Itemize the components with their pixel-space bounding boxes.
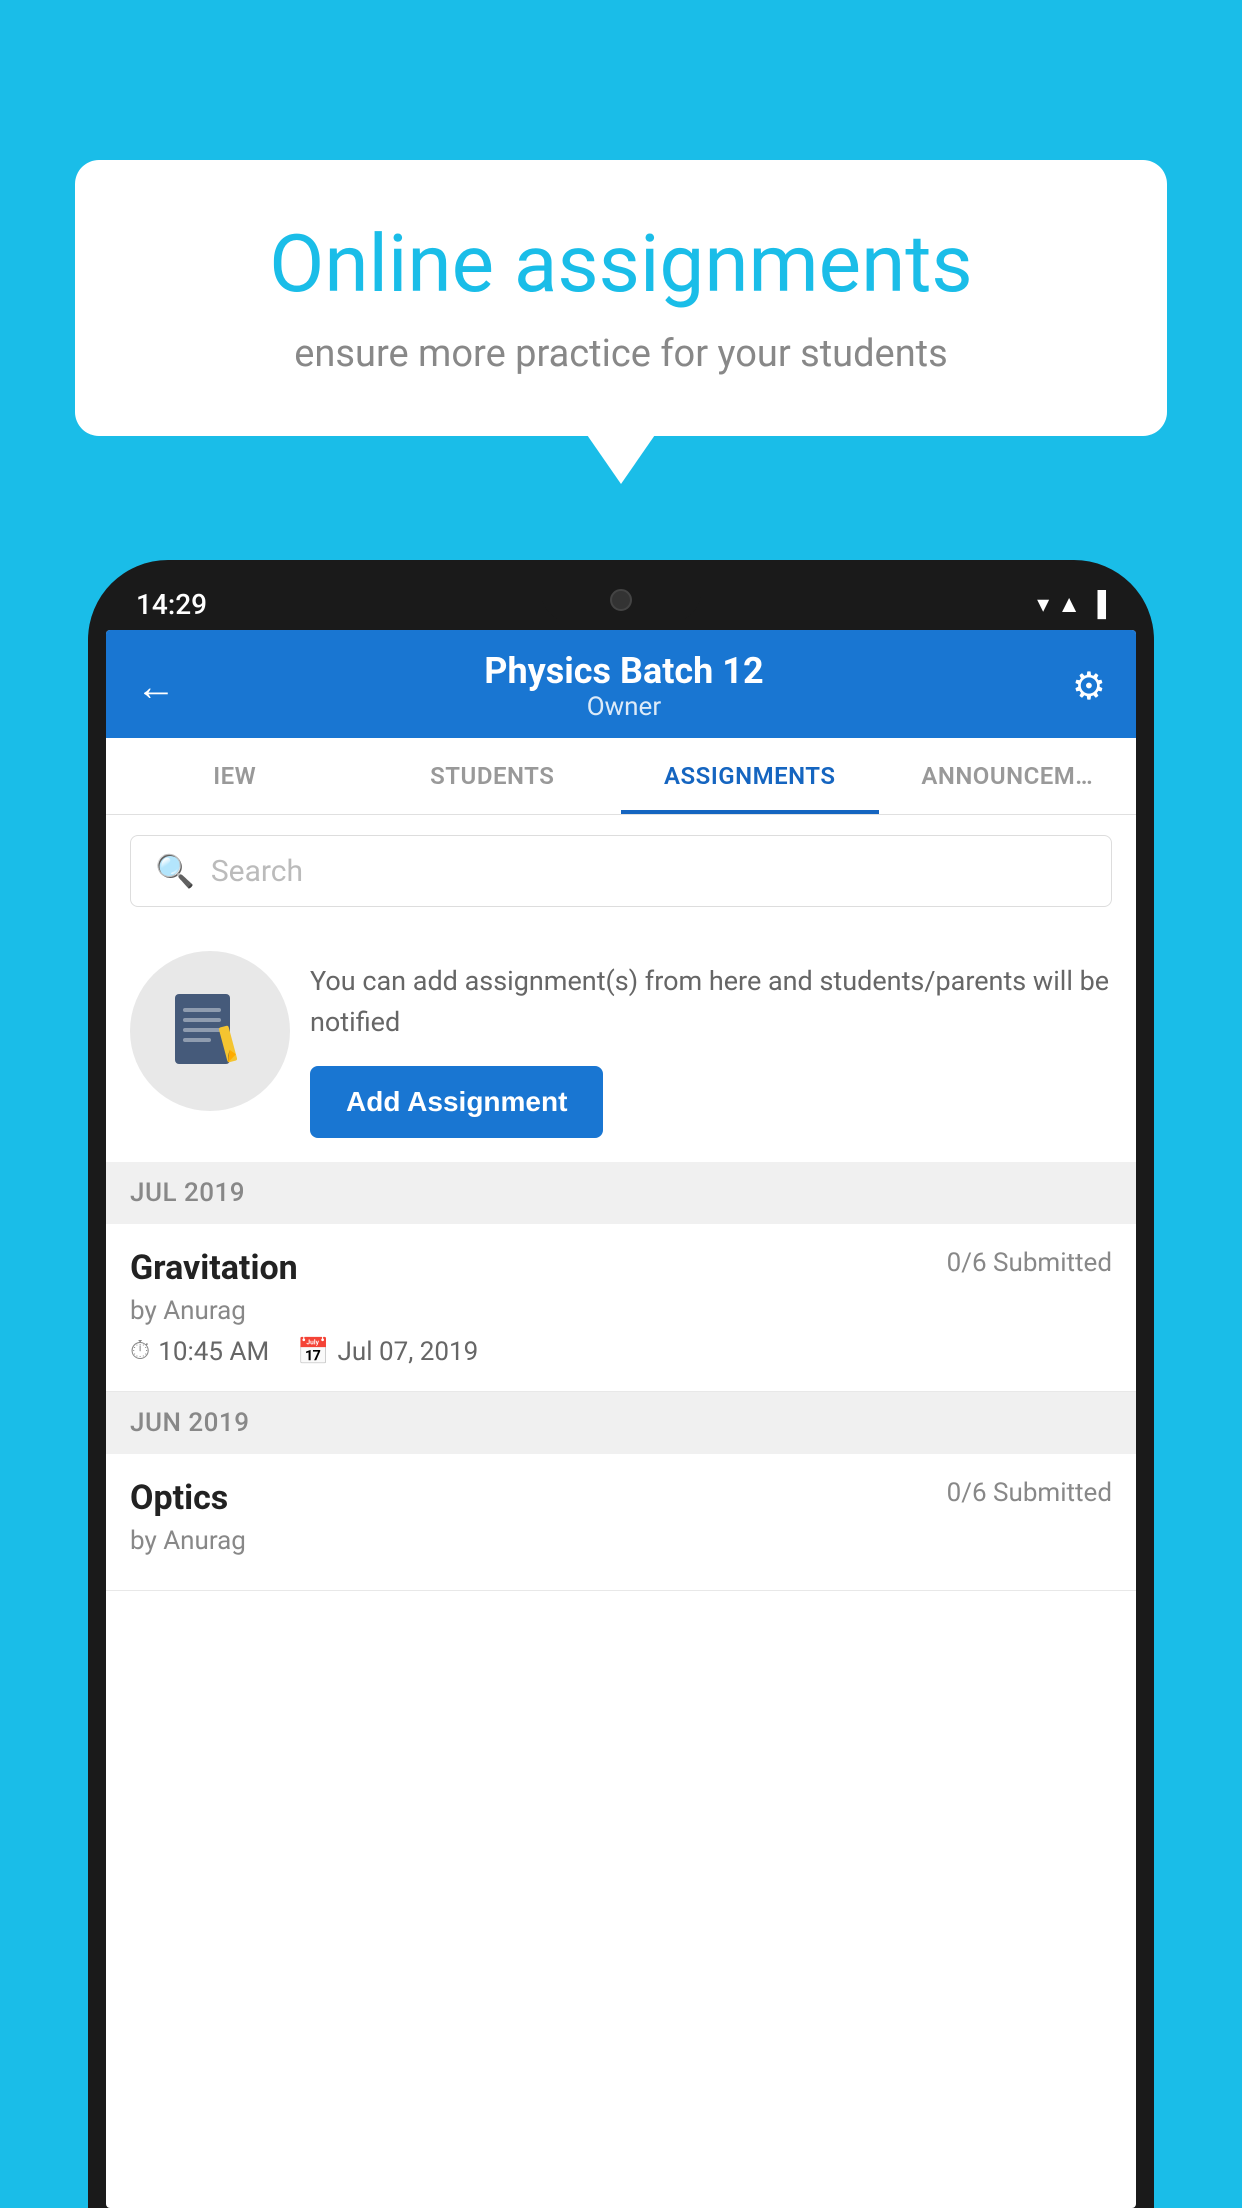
speech-bubble-container: Online assignments ensure more practice … bbox=[75, 160, 1167, 436]
phone-outer: 14:29 ▾ ▲ ▐ ← Physics Batch 12 Owner ⚙ bbox=[88, 560, 1154, 2208]
assignment-item-gravitation[interactable]: Gravitation 0/6 Submitted by Anurag ⏱ 10… bbox=[106, 1224, 1136, 1392]
status-bar: 14:29 ▾ ▲ ▐ bbox=[106, 578, 1136, 630]
search-container: 🔍 Search bbox=[106, 815, 1136, 927]
signal-icon: ▲ bbox=[1057, 590, 1081, 619]
app-header: ← Physics Batch 12 Owner ⚙ bbox=[106, 630, 1136, 738]
assignment-by: by Anurag bbox=[130, 1296, 1112, 1326]
tab-announcements[interactable]: ANNOUNCEM… bbox=[879, 738, 1137, 814]
header-center: Physics Batch 12 Owner bbox=[484, 650, 763, 722]
assignment-submitted-optics: 0/6 Submitted bbox=[947, 1478, 1112, 1508]
assignment-by-optics: by Anurag bbox=[130, 1526, 1112, 1556]
tab-students[interactable]: STUDENTS bbox=[364, 738, 622, 814]
search-bar[interactable]: 🔍 Search bbox=[130, 835, 1112, 907]
tab-assignments[interactable]: ASSIGNMENTS bbox=[621, 738, 879, 814]
phone-screen: ← Physics Batch 12 Owner ⚙ IEW STUDENTS … bbox=[106, 630, 1136, 2208]
assignment-meta: ⏱ 10:45 AM 📅 Jul 07, 2019 bbox=[130, 1336, 1112, 1367]
tabs-container: IEW STUDENTS ASSIGNMENTS ANNOUNCEM… bbox=[106, 738, 1136, 815]
header-subtitle: Owner bbox=[484, 692, 763, 722]
calendar-icon: 📅 bbox=[297, 1337, 329, 1367]
search-placeholder: Search bbox=[211, 854, 303, 889]
meta-date: 📅 Jul 07, 2019 bbox=[297, 1337, 478, 1367]
assignment-date: Jul 07, 2019 bbox=[338, 1337, 479, 1367]
tab-iew[interactable]: IEW bbox=[106, 738, 364, 814]
speech-bubble-subtitle: ensure more practice for your students bbox=[145, 332, 1097, 376]
phone-notch bbox=[541, 578, 701, 622]
assignment-item-optics[interactable]: Optics 0/6 Submitted by Anurag bbox=[106, 1454, 1136, 1591]
section-header-jul: JUL 2019 bbox=[106, 1162, 1136, 1224]
assignment-time: 10:45 AM bbox=[158, 1337, 269, 1367]
status-icons: ▾ ▲ ▐ bbox=[1037, 590, 1106, 619]
back-button[interactable]: ← bbox=[136, 663, 176, 710]
search-icon: 🔍 bbox=[155, 852, 195, 890]
info-card: You can add assignment(s) from here and … bbox=[106, 927, 1136, 1162]
battery-icon: ▐ bbox=[1089, 590, 1106, 619]
speech-bubble-title: Online assignments bbox=[145, 220, 1097, 308]
header-title: Physics Batch 12 bbox=[484, 650, 763, 692]
notebook-icon-wrapper bbox=[130, 951, 290, 1111]
status-time: 14:29 bbox=[136, 588, 207, 621]
notebook-icon bbox=[165, 986, 255, 1076]
settings-icon[interactable]: ⚙ bbox=[1072, 664, 1106, 709]
assignment-top-row-optics: Optics 0/6 Submitted bbox=[130, 1478, 1112, 1518]
meta-time: ⏱ 10:45 AM bbox=[130, 1336, 269, 1367]
assignment-name: Gravitation bbox=[130, 1248, 298, 1288]
camera-dot bbox=[610, 589, 632, 611]
speech-bubble: Online assignments ensure more practice … bbox=[75, 160, 1167, 436]
assignment-submitted: 0/6 Submitted bbox=[947, 1248, 1112, 1278]
info-description: You can add assignment(s) from here and … bbox=[310, 961, 1112, 1042]
assignment-name-optics: Optics bbox=[130, 1478, 228, 1518]
section-header-jun: JUN 2019 bbox=[106, 1392, 1136, 1454]
info-text-area: You can add assignment(s) from here and … bbox=[310, 951, 1112, 1138]
clock-icon: ⏱ bbox=[130, 1336, 150, 1367]
assignment-top-row: Gravitation 0/6 Submitted bbox=[130, 1248, 1112, 1288]
wifi-icon: ▾ bbox=[1037, 590, 1049, 618]
add-assignment-button[interactable]: Add Assignment bbox=[310, 1066, 603, 1138]
phone-wrapper: 14:29 ▾ ▲ ▐ ← Physics Batch 12 Owner ⚙ bbox=[88, 560, 1154, 2208]
